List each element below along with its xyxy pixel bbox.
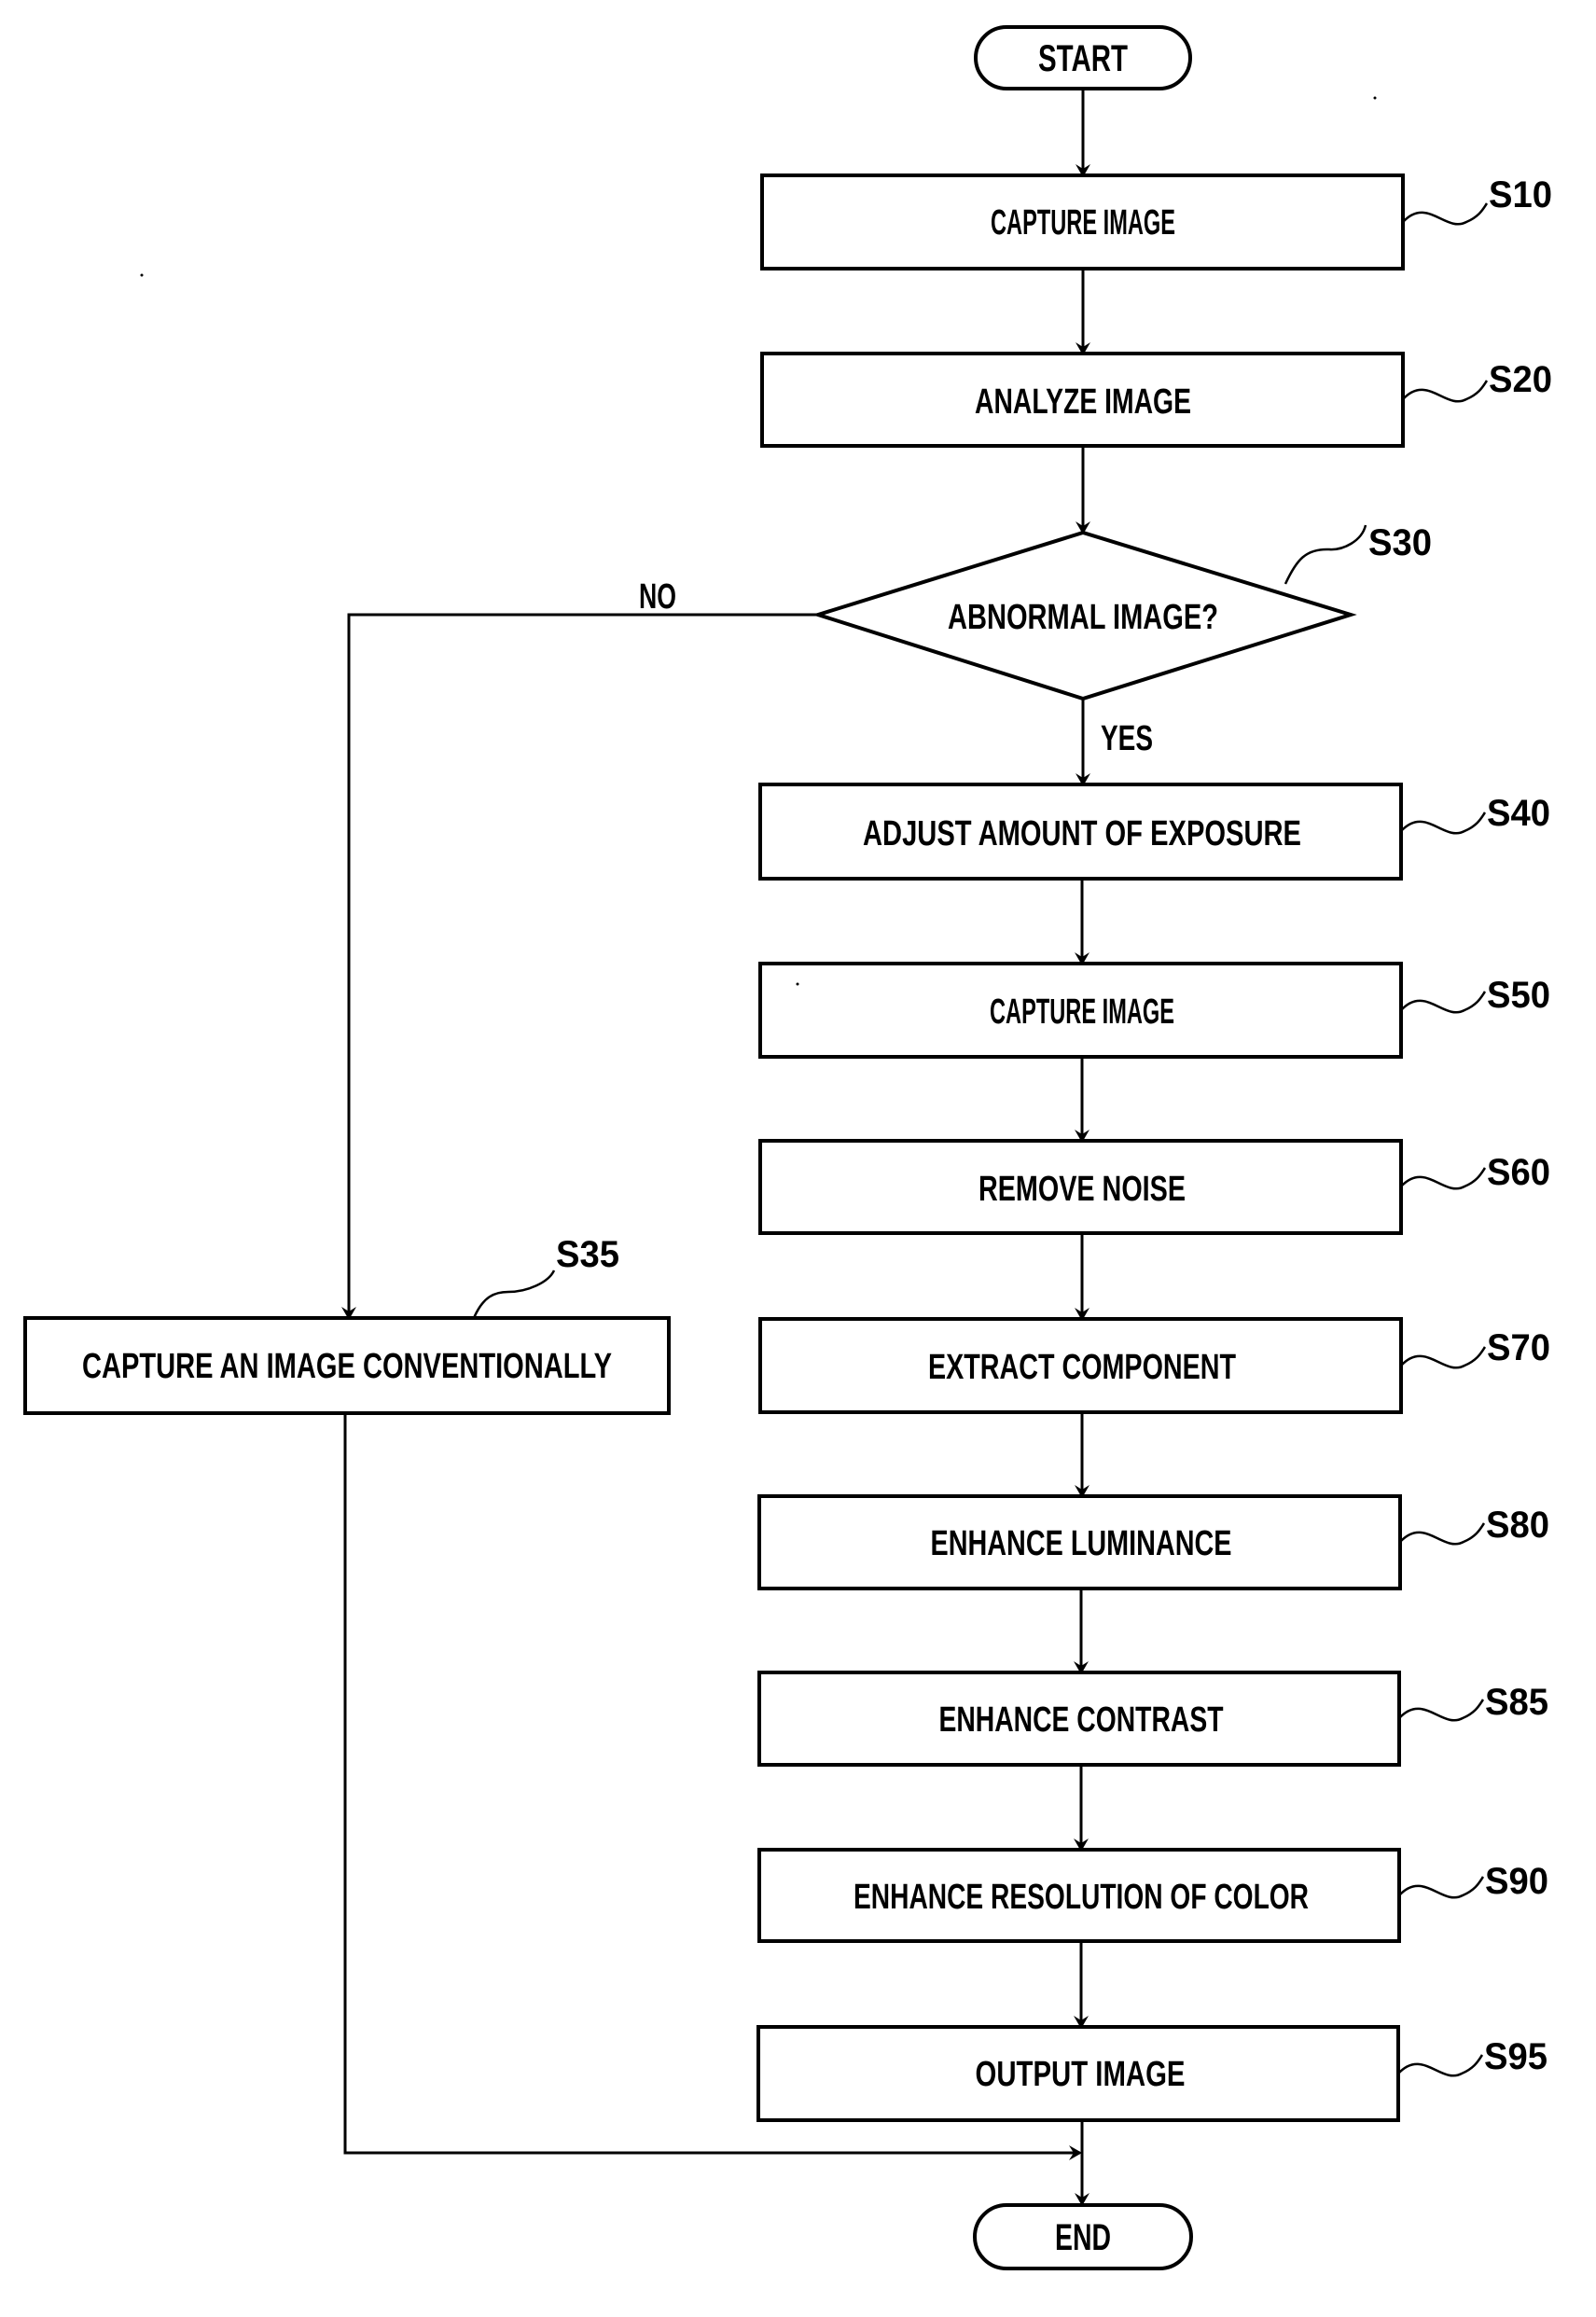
speck: [1373, 96, 1377, 100]
leader-s95: [1397, 2054, 1484, 2077]
branch-yes-label: YES: [1101, 719, 1153, 758]
leader-s30: [1284, 524, 1367, 585]
step-text-s10: CAPTURE IMAGE: [991, 203, 1175, 243]
leader-s40: [1400, 812, 1487, 835]
step-text-s60: REMOVE NOISE: [978, 1170, 1186, 1209]
step-text-s50: CAPTURE IMAGE: [990, 992, 1174, 1032]
leader-s60: [1400, 1167, 1487, 1190]
branch-no-label: NO: [639, 577, 676, 617]
end-label: END: [1055, 2217, 1111, 2258]
step-text-s70: EXTRACT COMPONENT: [928, 1348, 1236, 1387]
step-id-s50: S50: [1487, 975, 1550, 1016]
step-text-s90: ENHANCE RESOLUTION OF COLOR: [854, 1878, 1309, 1917]
step-id-s20: S20: [1489, 359, 1552, 400]
speck: [140, 273, 144, 277]
step-text-s80: ENHANCE LUMINANCE: [931, 1524, 1232, 1563]
step-id-s80: S80: [1486, 1505, 1549, 1546]
step-text-s30: ABNORMAL IMAGE?: [948, 598, 1218, 637]
arrow-s30-no-s35: [341, 613, 818, 1320]
leader-s85: [1398, 1699, 1485, 1722]
step-id-s70: S70: [1487, 1327, 1550, 1368]
step-id-s90: S90: [1485, 1861, 1548, 1902]
step-id-s10: S10: [1489, 174, 1552, 215]
step-id-s85: S85: [1485, 1682, 1548, 1723]
step-id-s35: S35: [556, 1234, 619, 1275]
speck: [796, 982, 799, 986]
leader-s20: [1402, 380, 1489, 403]
step-text-s20: ANALYZE IMAGE: [975, 382, 1191, 422]
leader-s80: [1399, 1522, 1486, 1546]
leader-s70: [1400, 1346, 1487, 1369]
step-text-s40: ADJUST AMOUNT OF EXPOSURE: [863, 814, 1301, 853]
flowchart: START CAPTURE IMAGE ANALYZE IMAGE ABNORM…: [23, 25, 1552, 2270]
leader-s35: [472, 1269, 556, 1319]
step-text-s85: ENHANCE CONTRAST: [939, 1700, 1224, 1740]
leader-s10: [1402, 202, 1489, 226]
start-label: START: [1038, 38, 1128, 79]
step-id-s30: S30: [1368, 522, 1432, 563]
step-text-s35: CAPTURE AN IMAGE CONVENTIONALLY: [82, 1347, 612, 1386]
step-id-s95: S95: [1484, 2036, 1547, 2077]
step-id-s60: S60: [1487, 1152, 1550, 1193]
step-text-s95: OUTPUT IMAGE: [976, 2055, 1186, 2094]
leader-s90: [1398, 1876, 1485, 1899]
step-id-s40: S40: [1487, 793, 1550, 834]
leader-s50: [1400, 991, 1487, 1014]
